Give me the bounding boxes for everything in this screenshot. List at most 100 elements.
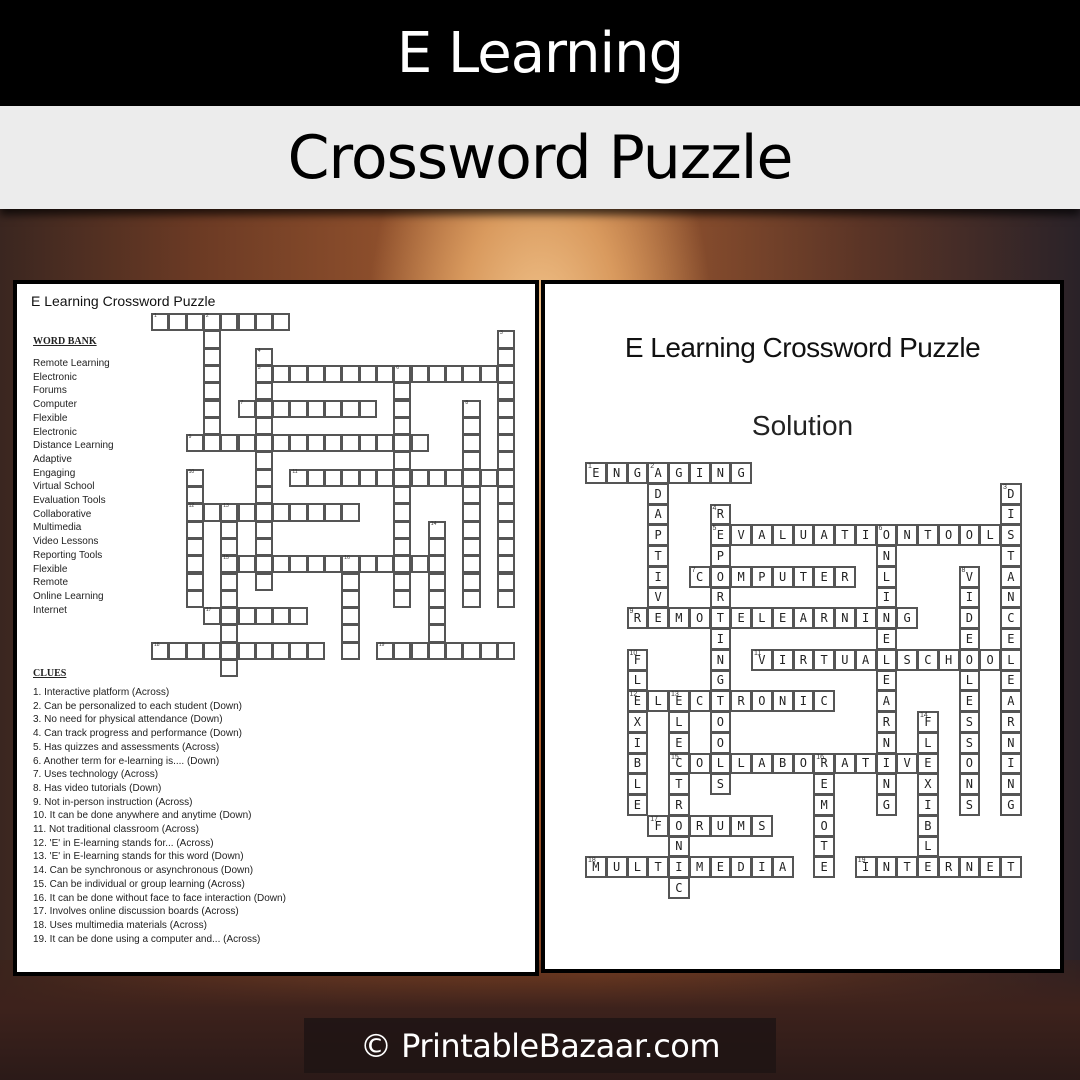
crossword-cell[interactable]	[497, 503, 516, 522]
crossword-cell[interactable]	[220, 434, 239, 453]
crossword-cell[interactable]	[462, 641, 481, 660]
crossword-cell[interactable]: 13	[220, 503, 239, 522]
crossword-cell[interactable]	[497, 589, 516, 609]
crossword-cell[interactable]	[445, 468, 464, 487]
crossword-cell[interactable]	[341, 468, 360, 487]
crossword-cell[interactable]	[237, 555, 256, 574]
crossword-cell[interactable]	[185, 572, 204, 591]
crossword-cell[interactable]	[497, 468, 516, 487]
crossword-cell[interactable]	[393, 572, 412, 591]
crossword-cell[interactable]	[254, 382, 274, 401]
crossword-cell[interactable]	[254, 399, 274, 418]
crossword-cell[interactable]: 1	[151, 313, 170, 332]
crossword-cell[interactable]	[497, 399, 516, 418]
crossword-cell[interactable]	[497, 347, 516, 366]
crossword-cell[interactable]	[202, 347, 222, 366]
crossword-cell[interactable]	[341, 572, 360, 591]
crossword-cell[interactable]	[462, 503, 481, 522]
crossword-cell[interactable]	[497, 537, 516, 557]
crossword-cell[interactable]	[497, 364, 516, 384]
crossword-cell[interactable]	[393, 503, 412, 522]
crossword-cell[interactable]	[393, 555, 412, 574]
crossword-cell[interactable]	[324, 434, 343, 453]
crossword-cell[interactable]	[254, 572, 274, 591]
crossword-cell[interactable]	[479, 641, 498, 660]
crossword-cell[interactable]	[254, 641, 274, 660]
crossword-cell[interactable]	[324, 468, 343, 487]
crossword-cell[interactable]: 17	[202, 607, 222, 626]
crossword-cell[interactable]	[341, 624, 360, 643]
crossword-cell[interactable]	[289, 641, 308, 660]
crossword-cell[interactable]	[306, 641, 325, 660]
crossword-cell[interactable]	[462, 364, 481, 384]
crossword-cell[interactable]	[289, 607, 308, 626]
crossword-cell[interactable]	[393, 589, 412, 609]
crossword-cell[interactable]	[254, 520, 274, 539]
crossword-cell[interactable]	[289, 399, 308, 418]
crossword-cell[interactable]	[306, 434, 325, 453]
crossword-cell[interactable]	[324, 364, 343, 384]
crossword-cell[interactable]	[427, 624, 447, 643]
crossword-cell[interactable]	[427, 364, 447, 384]
crossword-cell[interactable]	[393, 451, 412, 470]
crossword-cell[interactable]	[375, 555, 395, 574]
crossword-cell[interactable]	[185, 589, 204, 609]
crossword-cell[interactable]	[254, 607, 274, 626]
crossword-cell[interactable]	[237, 503, 256, 522]
crossword-cell[interactable]: 18	[151, 641, 170, 660]
crossword-cell[interactable]	[185, 555, 204, 574]
crossword-cell[interactable]	[289, 555, 308, 574]
crossword-cell[interactable]	[497, 382, 516, 401]
crossword-cell[interactable]	[306, 503, 325, 522]
crossword-cell[interactable]	[427, 555, 447, 574]
crossword-cell[interactable]	[462, 520, 481, 539]
crossword-cell[interactable]	[410, 641, 429, 660]
crossword-cell[interactable]	[289, 364, 308, 384]
crossword-cell[interactable]	[497, 451, 516, 470]
crossword-cell[interactable]	[462, 468, 481, 487]
crossword-cell[interactable]	[341, 641, 360, 660]
crossword-cell[interactable]	[358, 434, 377, 453]
crossword-cell[interactable]	[185, 641, 204, 660]
crossword-cell[interactable]	[168, 313, 187, 332]
crossword-cell[interactable]	[254, 555, 274, 574]
crossword-cell[interactable]	[410, 434, 429, 453]
crossword-cell[interactable]	[445, 364, 464, 384]
crossword-cell[interactable]	[341, 434, 360, 453]
crossword-cell[interactable]	[497, 520, 516, 539]
crossword-cell[interactable]	[324, 555, 343, 574]
crossword-cell[interactable]: 11	[289, 468, 308, 487]
crossword-cell[interactable]	[220, 641, 239, 660]
crossword-cell[interactable]	[341, 607, 360, 626]
crossword-cell[interactable]	[427, 572, 447, 591]
crossword-cell[interactable]	[272, 555, 291, 574]
crossword-cell[interactable]	[393, 416, 412, 436]
crossword-cell[interactable]	[393, 434, 412, 453]
crossword-cell[interactable]	[306, 555, 325, 574]
crossword-cell[interactable]: 9	[185, 434, 204, 453]
crossword-cell[interactable]	[341, 589, 360, 609]
crossword-cell[interactable]	[254, 313, 274, 332]
crossword-cell[interactable]	[237, 607, 256, 626]
crossword-cell[interactable]	[220, 537, 239, 557]
crossword-cell[interactable]	[185, 486, 204, 505]
crossword-cell[interactable]	[427, 537, 447, 557]
crossword-cell[interactable]	[202, 364, 222, 384]
crossword-cell[interactable]	[410, 468, 429, 487]
crossword-cell[interactable]	[185, 537, 204, 557]
crossword-cell[interactable]: 7	[237, 399, 256, 418]
crossword-cell[interactable]	[220, 572, 239, 591]
crossword-cell[interactable]	[427, 641, 447, 660]
crossword-cell[interactable]	[462, 589, 481, 609]
crossword-cell[interactable]: 15	[220, 555, 239, 574]
crossword-cell[interactable]	[202, 382, 222, 401]
crossword-cell[interactable]: 3	[497, 330, 516, 349]
crossword-cell[interactable]	[289, 434, 308, 453]
crossword-cell[interactable]	[220, 520, 239, 539]
crossword-cell[interactable]	[341, 399, 360, 418]
crossword-cell[interactable]	[168, 641, 187, 660]
crossword-cell[interactable]	[306, 399, 325, 418]
crossword-cell[interactable]	[497, 416, 516, 436]
crossword-cell[interactable]	[497, 486, 516, 505]
crossword-cell[interactable]	[497, 434, 516, 453]
